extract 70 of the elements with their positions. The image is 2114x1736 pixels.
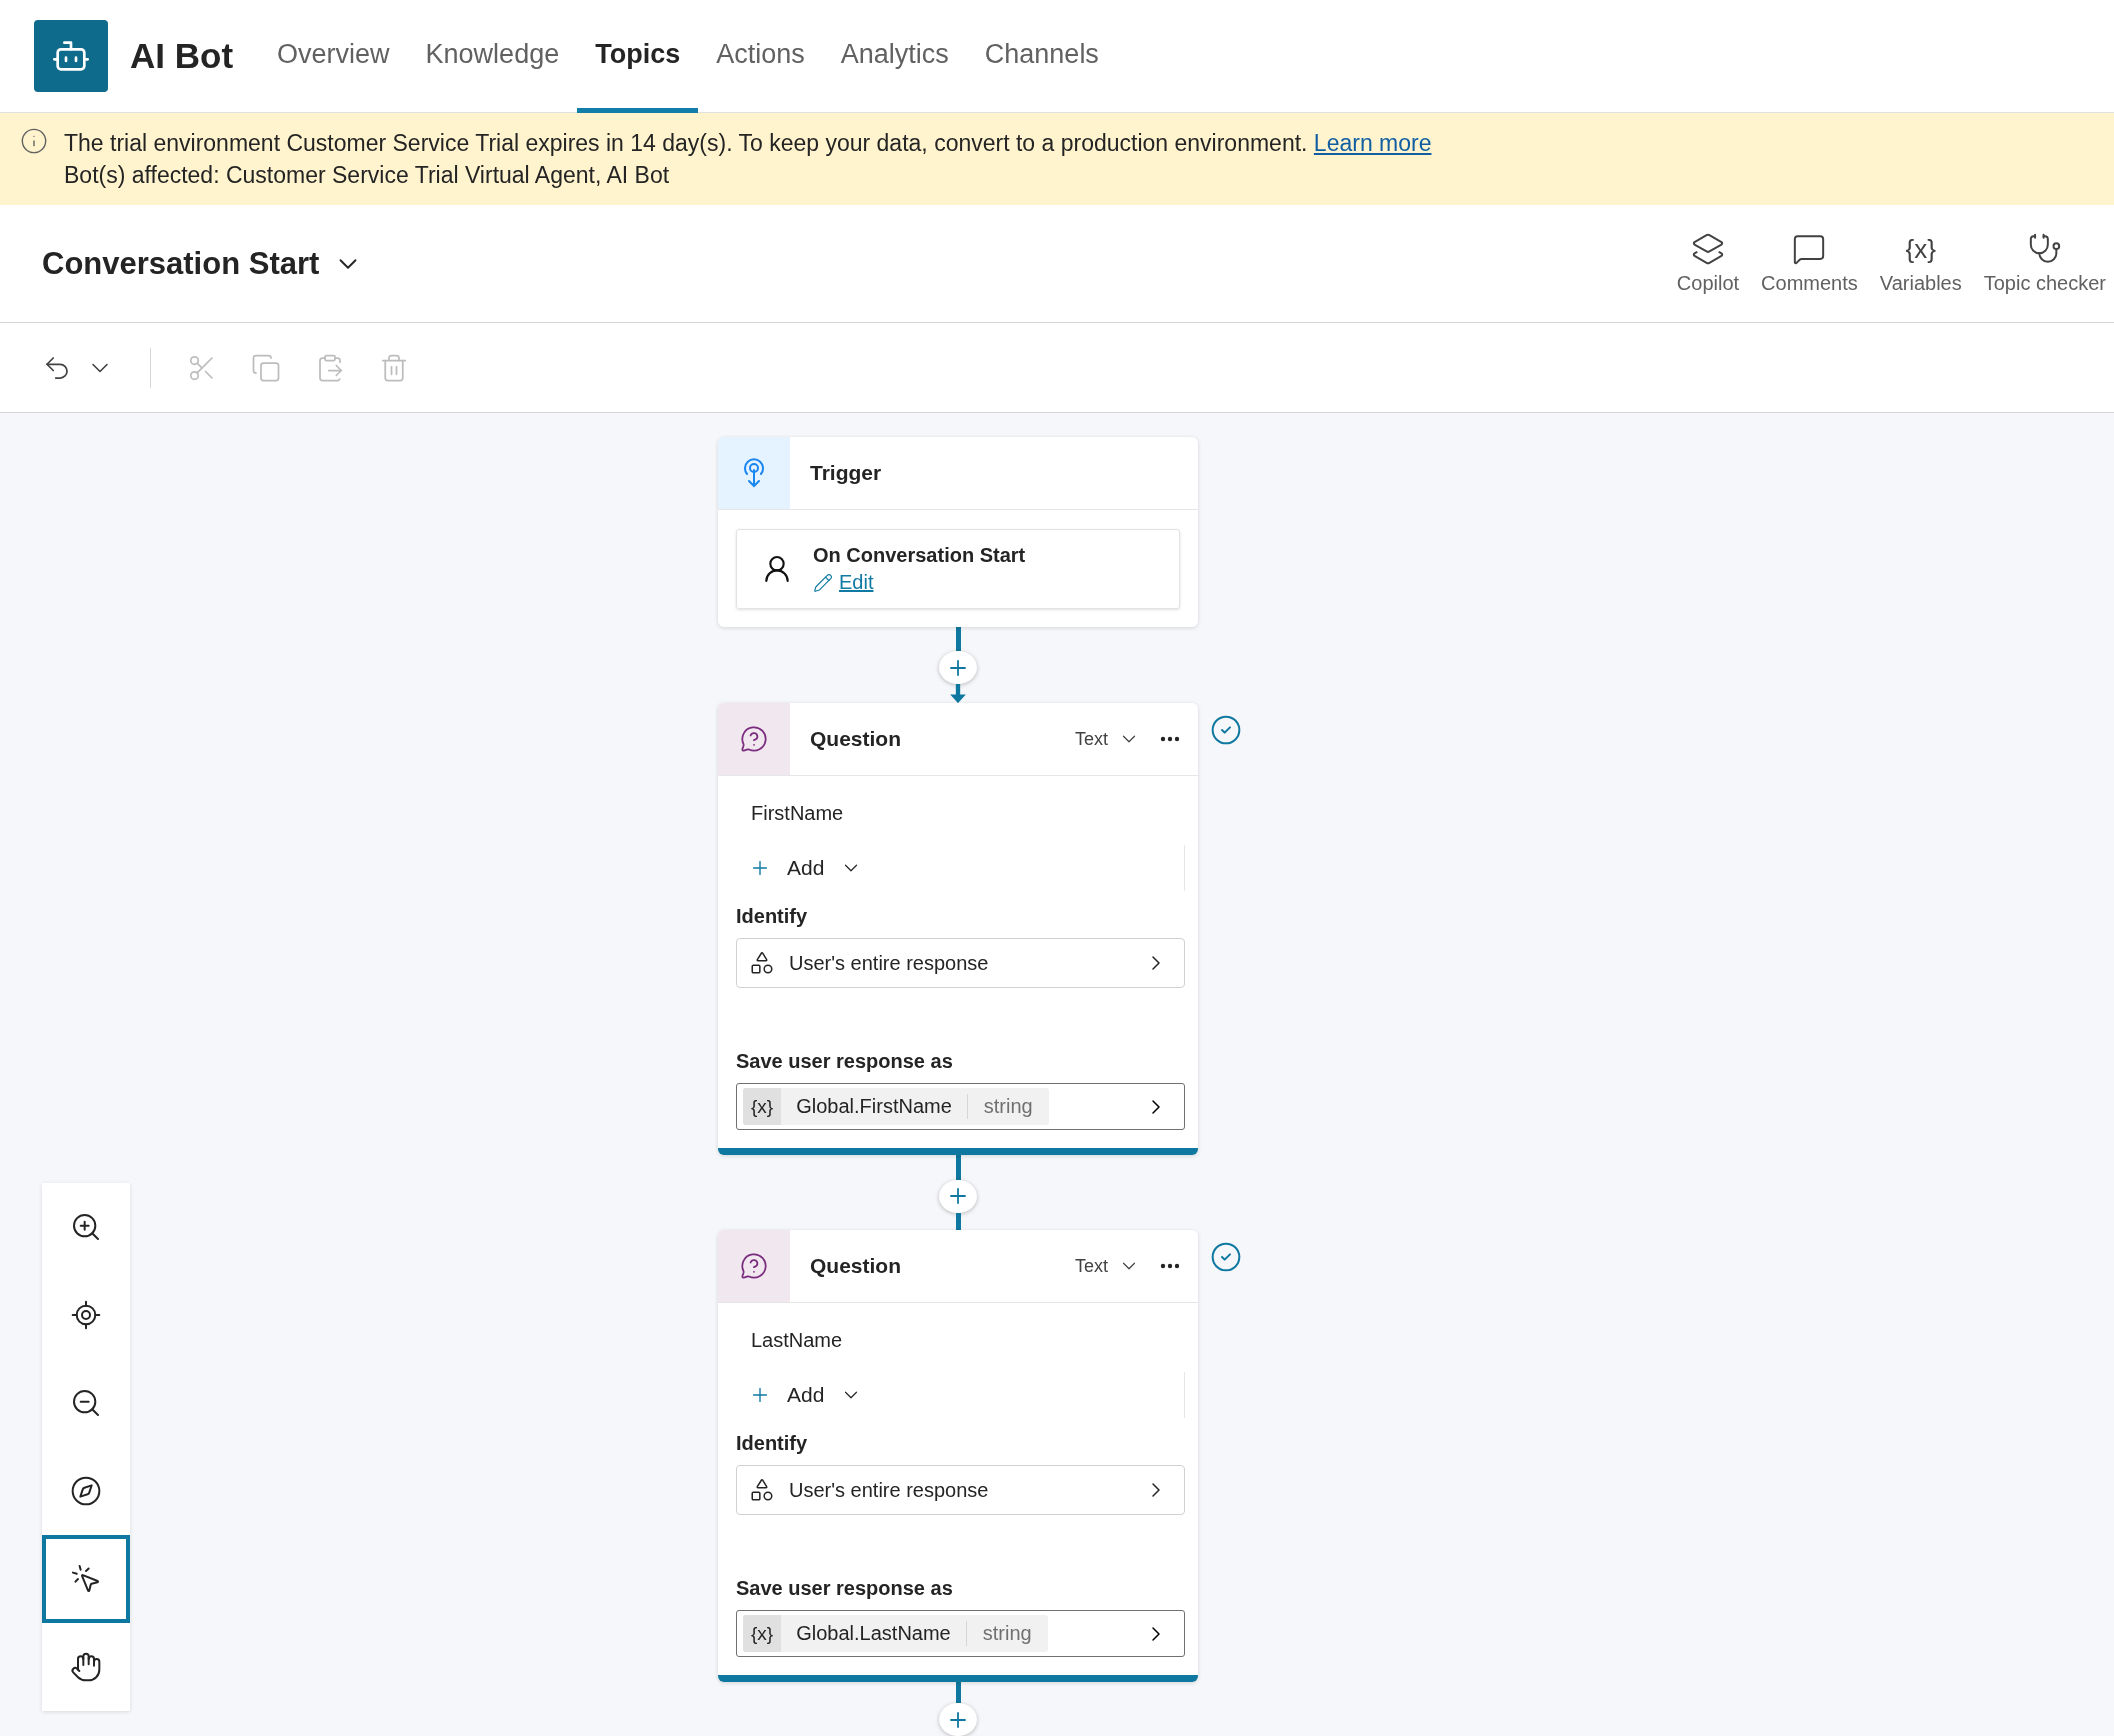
nav-tab[interactable]: Knowledge	[407, 0, 578, 113]
stethoscope-icon	[2027, 232, 2062, 266]
target-icon	[70, 1299, 102, 1331]
nav-tab[interactable]: Channels	[966, 0, 1117, 113]
zoom-out-icon	[70, 1387, 102, 1419]
question-prompt: FirstName	[751, 802, 845, 826]
bot-logo[interactable]	[34, 20, 108, 92]
tool-button[interactable]: Topic checker	[1975, 228, 2114, 299]
variable-field[interactable]: {x} Global.FirstName string	[736, 1083, 1185, 1131]
variable-name: Global.FirstName	[781, 1094, 968, 1120]
copy-icon	[251, 352, 281, 383]
canvas-tool-button[interactable]	[42, 1447, 130, 1535]
field-label: Identify	[736, 905, 809, 929]
identify-field[interactable]: User's entire response	[736, 1465, 1185, 1516]
add-node-button[interactable]	[939, 651, 977, 685]
tool-button[interactable]: Copilot	[1668, 228, 1748, 299]
tool-button[interactable]: {x} Variables	[1871, 228, 1970, 299]
variable-name: Global.LastName	[781, 1621, 967, 1647]
identify-field[interactable]: User's entire response	[736, 938, 1185, 989]
add-button[interactable]: Add	[736, 856, 863, 881]
variables-icon: {x}	[1905, 232, 1936, 266]
field-label: Save user response as	[736, 1577, 954, 1601]
variable-type: string	[982, 1094, 1034, 1120]
topic-title: Conversation Start	[42, 245, 320, 282]
compass-icon	[70, 1475, 102, 1507]
canvas-tool-button[interactable]	[42, 1623, 130, 1711]
connector-arrow	[949, 684, 967, 704]
nav-tab[interactable]: Overview	[259, 0, 408, 113]
node-title: Question	[810, 727, 902, 752]
variable-field[interactable]: {x} Global.LastName string	[736, 1610, 1185, 1658]
pencil-icon	[813, 572, 833, 593]
canvas-tool-button[interactable]	[42, 1183, 130, 1271]
add-node-button[interactable]	[939, 1703, 977, 1736]
add-button[interactable]: Add	[736, 1383, 863, 1408]
variable-type: string	[981, 1621, 1033, 1647]
type-dropdown[interactable]: Text	[1071, 724, 1144, 755]
nav-tab[interactable]: Actions	[698, 0, 823, 113]
trigger-icon	[741, 458, 767, 488]
info-icon	[20, 127, 48, 155]
more-icon	[1160, 736, 1180, 743]
nav-tab[interactable]: Analytics	[822, 0, 967, 113]
edit-link[interactable]: Edit	[813, 571, 1026, 594]
question-prompt: LastName	[751, 1329, 844, 1353]
node-title: Question	[810, 1254, 902, 1279]
copilot-icon	[1690, 232, 1725, 266]
comment-icon	[1792, 232, 1827, 266]
hand-icon	[70, 1651, 102, 1683]
question-icon	[740, 1252, 768, 1281]
add-node-button[interactable]	[939, 1179, 977, 1213]
trigger-card[interactable]: On Conversation Start Edit	[736, 529, 1180, 609]
variable-icon: {x}	[743, 1088, 782, 1126]
tool-button[interactable]: Comments	[1753, 228, 1866, 299]
field-label: Save user response as	[736, 1050, 954, 1074]
trigger-event: On Conversation Start	[813, 544, 1026, 567]
trash-icon	[379, 352, 409, 383]
learn-more-link[interactable]: Learn more	[1313, 130, 1432, 156]
field-label: Identify	[736, 1432, 809, 1456]
node-title: Trigger	[810, 461, 883, 485]
app-name: AI Bot	[130, 36, 234, 76]
variable-icon: {x}	[743, 1615, 782, 1653]
affected-bots-text: Bot(s) affected: Customer Service Trial Virtual Agent, AI Bot	[64, 161, 671, 190]
entity-icon	[749, 1477, 775, 1504]
type-dropdown[interactable]: Text	[1071, 1251, 1144, 1282]
pointer-icon	[70, 1563, 102, 1595]
entity-icon	[749, 950, 775, 977]
more-icon	[1160, 1263, 1180, 1270]
banner-message: The trial environment Customer Service Trial expires in 14 day(s). To keep your data, convert to a production environment. Learn more	[64, 129, 1432, 158]
zoom-in-icon	[70, 1211, 102, 1243]
trigger-node[interactable]: Trigger On Conversation Start Edit	[718, 437, 1198, 627]
question-icon	[740, 725, 768, 754]
